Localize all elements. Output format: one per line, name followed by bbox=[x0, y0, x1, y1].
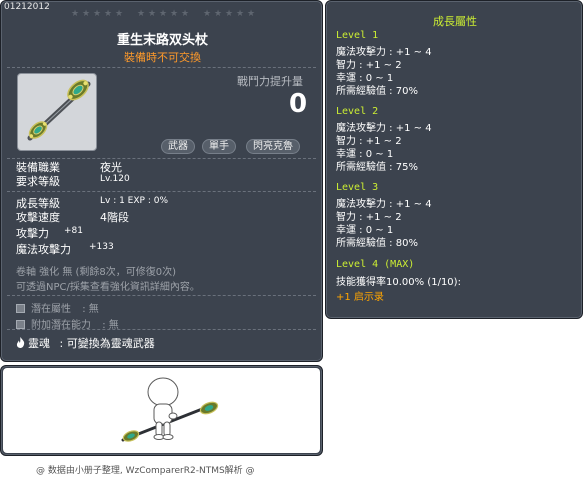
growth-level-value: Lv : 1 EXP : 0% bbox=[100, 196, 168, 206]
star-icon: ★ bbox=[181, 9, 190, 19]
character-preview-panel bbox=[0, 365, 323, 456]
character-preview-area bbox=[3, 368, 320, 453]
star-group: ★ ★ ★ ★ ★ bbox=[71, 10, 123, 20]
growth-level-1-exp: 所需經驗值 : 70% bbox=[336, 86, 418, 97]
soul-label: 靈魂 bbox=[28, 337, 50, 350]
star-group: ★ ★ ★ ★ ★ bbox=[203, 10, 255, 20]
growth-level-1-title: Level 1 bbox=[336, 30, 379, 41]
req-level-value: Lv.120 bbox=[100, 174, 130, 184]
staff-icon bbox=[27, 79, 91, 141]
potential-row: 潛在屬性 : 無 bbox=[16, 300, 99, 315]
magic-attack-row: 魔法攻擊力 +133 bbox=[16, 241, 114, 257]
potential-label: 潛在屬性 bbox=[31, 304, 71, 315]
growth-level-4-skill-rate: 技能獲得率10.00% (1/10): bbox=[336, 277, 461, 288]
soul-value: : 可變換為靈魂武器 bbox=[59, 337, 155, 350]
growth-level-4-title: Level 4 (MAX) bbox=[336, 259, 415, 270]
star-icon: ★ bbox=[82, 9, 91, 19]
combat-power-value: 0 bbox=[289, 89, 308, 119]
star-icon: ★ bbox=[170, 9, 179, 19]
footer-credit: @ 数据由小册子整理, WzComparerR2-NTMS解析 @ bbox=[36, 466, 255, 476]
item-icon-frame bbox=[17, 73, 97, 151]
potential-box-icon bbox=[16, 304, 25, 313]
star-icon: ★ bbox=[148, 9, 157, 19]
soul-row: 靈魂 : 可變換為靈魂武器 bbox=[16, 335, 155, 351]
attack-value: +81 bbox=[64, 226, 83, 236]
attack-row: 攻擊力 +81 bbox=[16, 225, 83, 241]
item-tooltip-panel: 01212012 ★ ★ ★ ★ ★ ★ ★ ★ ★ ★ ★ ★ ★ ★ ★ 重生末路双头杖 裝備時不可… bbox=[0, 0, 323, 362]
growth-level-3-title: Level 3 bbox=[336, 182, 379, 193]
divider bbox=[7, 67, 316, 68]
star-icon: ★ bbox=[247, 9, 256, 19]
attack-label: 攻擊力 bbox=[16, 227, 49, 240]
job-value: 夜光 bbox=[100, 161, 122, 174]
star-icon: ★ bbox=[214, 9, 223, 19]
star-icon: ★ bbox=[203, 9, 212, 19]
item-code: 01212012 bbox=[4, 2, 50, 12]
growth-attributes-panel: 成長屬性 Level 1 魔法攻擊力 : +1 ~ 4 智力 : +1 ~ 2 … bbox=[325, 0, 583, 319]
req-level-label: 要求等級 bbox=[16, 175, 60, 188]
tag-shining-rod: 閃亮克魯 bbox=[246, 139, 300, 154]
scroll-enhance-line: 卷軸 強化 無 (剩餘8次，可修復0次) bbox=[16, 267, 177, 278]
star-icon: ★ bbox=[159, 9, 168, 19]
growth-panel-title: 成長屬性 bbox=[433, 15, 477, 28]
magic-attack-label: 魔法攻擊力 bbox=[16, 243, 71, 256]
soul-flame-icon bbox=[16, 337, 25, 348]
attack-speed-value: 4階段 bbox=[100, 211, 129, 224]
growth-level-3-exp: 所需經驗值 : 80% bbox=[336, 238, 418, 249]
attack-speed-label: 攻擊速度 bbox=[16, 211, 60, 224]
star-icon: ★ bbox=[115, 9, 124, 19]
star-group: ★ ★ ★ ★ ★ bbox=[137, 10, 189, 20]
attack-speed-row: 攻擊速度 4階段 bbox=[16, 209, 129, 225]
trade-restriction-note: 裝備時不可交換 bbox=[124, 51, 201, 64]
star-icon: ★ bbox=[137, 9, 146, 19]
divider bbox=[7, 191, 316, 192]
magic-attack-value: +133 bbox=[89, 242, 114, 252]
growth-level-2-title: Level 2 bbox=[336, 106, 379, 117]
star-icon: ★ bbox=[93, 9, 102, 19]
star-force-row: ★ ★ ★ ★ ★ ★ ★ ★ ★ ★ ★ ★ ★ ★ ★ bbox=[71, 10, 255, 20]
growth-level-2-exp: 所需經驗值 : 75% bbox=[336, 162, 418, 173]
divider bbox=[7, 295, 316, 296]
star-icon: ★ bbox=[236, 9, 245, 19]
tag-weapon: 武器 bbox=[161, 139, 195, 154]
combat-power-label: 戰鬥力提升量 bbox=[237, 75, 303, 88]
item-name: 重生末路双头杖 bbox=[116, 33, 208, 48]
divider bbox=[7, 329, 316, 330]
npc-info-line: 可透過NPC/採集查看強化資訊詳細內容。 bbox=[16, 282, 200, 293]
character-preview-illustration bbox=[121, 377, 219, 442]
req-level-row: 要求等級 Lv.120 bbox=[16, 173, 130, 189]
potential-value: : 無 bbox=[82, 304, 99, 315]
star-icon: ★ bbox=[104, 9, 113, 19]
additional-potential-box-icon bbox=[16, 320, 25, 329]
growth-level-4-skill: +1 启示录 bbox=[336, 292, 384, 303]
star-icon: ★ bbox=[225, 9, 234, 19]
tag-one-handed: 單手 bbox=[202, 139, 236, 154]
star-icon: ★ bbox=[71, 9, 80, 19]
